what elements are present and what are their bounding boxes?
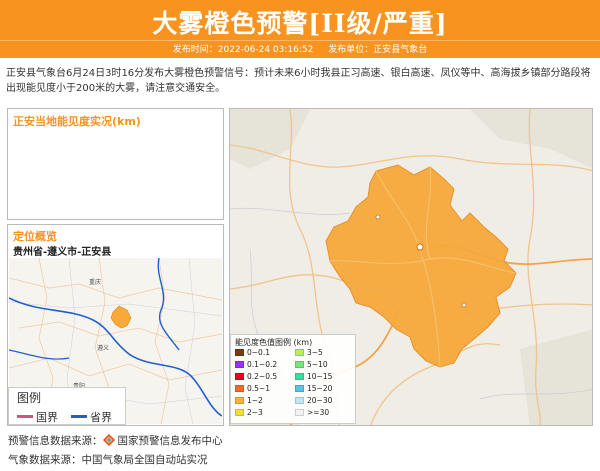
vis-label: 3~5	[307, 348, 323, 357]
vis-label: 2~3	[247, 408, 263, 417]
warning-meta: 发布时间：2022-06-24 03:16:52 发布单位：正安县气象台	[0, 40, 600, 58]
legend-national-border: 国界	[17, 409, 58, 425]
vis-swatch	[295, 373, 304, 380]
vis-swatch	[295, 385, 304, 392]
visibility-legend-title: 能见度色值图例 (km)	[235, 338, 313, 347]
vis-legend-item: 0.2~0.5	[235, 372, 277, 381]
vis-swatch	[235, 361, 244, 368]
vis-legend-item: 10~15	[295, 372, 332, 381]
warning-title: 大雾橙色预警[II级/严重]	[152, 9, 448, 38]
vis-label: 0.5~1	[247, 384, 270, 393]
location-panel-title: 定位概览	[13, 230, 57, 243]
footer-source-weather: 气象数据来源：中国气象局全国自动站实况	[8, 454, 208, 466]
visibility-legend: 能见度色值图例 (km) 0~0.1 0.1~0.2 0.2~0.5 0.5~1…	[230, 334, 356, 424]
vis-legend-item: >=30	[295, 408, 329, 417]
vis-label: 0~0.1	[247, 348, 270, 357]
overview-legend-title: 图例	[17, 391, 42, 405]
vis-label: 10~15	[307, 372, 333, 381]
vis-legend-item: 15~20	[295, 384, 332, 393]
vis-swatch	[235, 397, 244, 404]
vis-swatch	[235, 349, 244, 356]
vis-legend-item: 0~0.1	[235, 348, 270, 357]
town-marker	[375, 214, 381, 220]
vis-label: 1~2	[247, 396, 263, 405]
national-border-label: 国界	[36, 411, 58, 424]
source1-label: 预警信息数据来源：	[8, 435, 103, 447]
location-path: 贵州省-遵义市-正安县	[13, 247, 112, 258]
vis-swatch	[295, 349, 304, 356]
vis-legend-item: 0.1~0.2	[235, 360, 277, 369]
vis-legend-item: 1~2	[235, 396, 263, 405]
release-center-logo-icon	[102, 434, 115, 446]
vis-swatch	[295, 361, 304, 368]
province-border-label: 省界	[90, 411, 112, 424]
publish-unit: 发布单位：正安县气象台	[328, 45, 428, 55]
vis-label: >=30	[307, 408, 330, 417]
vis-swatch	[235, 409, 244, 416]
vis-legend-item: 0.5~1	[235, 384, 270, 393]
city-label-chongqing: 重庆	[89, 278, 101, 286]
vis-label: 15~20	[307, 384, 333, 393]
publish-time: 发布时间：2022-06-24 03:16:52	[172, 45, 314, 55]
town-marker	[461, 302, 467, 308]
vis-swatch	[235, 385, 244, 392]
vis-label: 20~30	[307, 396, 333, 405]
overview-legend: 图例 国界 省界	[8, 387, 126, 425]
legend-province-border: 省界	[71, 409, 112, 425]
vis-swatch	[295, 397, 304, 404]
national-border-swatch	[17, 415, 33, 418]
source1-value: 国家预警信息发布中心	[117, 435, 223, 447]
visibility-panel: 正安当地能见度实况(km)	[7, 108, 224, 220]
vis-swatch	[235, 373, 244, 380]
vis-swatch	[295, 409, 304, 416]
vis-label: 0.1~0.2	[247, 360, 278, 369]
visibility-panel-title: 正安当地能见度实况(km)	[13, 115, 141, 128]
city-label-zunyi: 遵义	[97, 344, 109, 352]
vis-legend-item: 3~5	[295, 348, 323, 357]
footer-source-warning: 预警信息数据来源： 国家预警信息发布中心	[8, 433, 223, 448]
vis-legend-item: 5~10	[295, 360, 328, 369]
county-seat-marker	[416, 243, 424, 251]
vis-legend-item: 20~30	[295, 396, 332, 405]
vis-label: 0.2~0.5	[247, 372, 278, 381]
vis-legend-item: 2~3	[235, 408, 263, 417]
vis-label: 5~10	[307, 360, 328, 369]
warning-header: 大雾橙色预警[II级/严重] 发布时间：2022-06-24 03:16:52 …	[0, 0, 600, 58]
province-border-swatch	[71, 415, 87, 418]
warning-description: 正安县气象台6月24日3时16分发布大雾橙色预警信号：预计未来6小时我县正习高速…	[6, 68, 591, 94]
